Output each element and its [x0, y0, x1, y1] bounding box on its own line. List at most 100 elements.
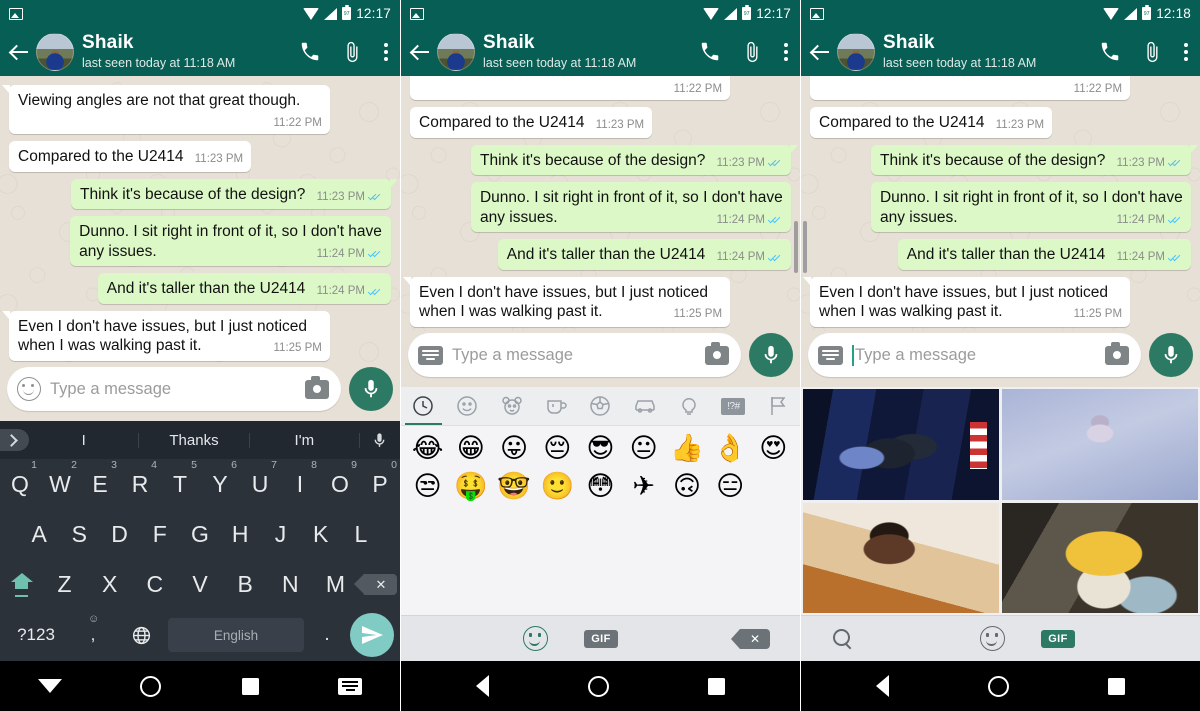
emoji-cell[interactable]: 😐 — [623, 433, 664, 467]
call-icon[interactable] — [699, 41, 721, 63]
key-f[interactable]: F — [140, 522, 180, 546]
period-key[interactable]: . — [310, 624, 344, 646]
message-bubble[interactable]: Dunno. I sit right in front of it, so I … — [470, 182, 791, 233]
key-g[interactable]: G — [180, 522, 220, 546]
emoji-cell[interactable]: 😛 — [493, 433, 534, 467]
key-p[interactable]: 0P — [360, 459, 400, 496]
emoji-cell[interactable]: 😔 — [537, 433, 578, 467]
message-input-pill[interactable]: Type a message — [408, 333, 741, 377]
message-input-placeholder[interactable]: Type a message — [852, 344, 1096, 366]
emoji-cell[interactable]: ✈ — [623, 471, 664, 505]
emoji-cell[interactable]: 😑 — [710, 471, 751, 505]
message-bubble[interactable]: Viewing angles are not that great though… — [810, 76, 1131, 101]
contact-info[interactable]: Shaik last seen today at 11:18 AM — [82, 32, 299, 70]
emoji-icon[interactable] — [980, 626, 1006, 651]
gif-thumbnail-4[interactable] — [1002, 502, 1198, 613]
numeric-key[interactable]: ?123 — [6, 625, 66, 645]
message-input-pill[interactable]: Type a message — [808, 333, 1141, 377]
key-x[interactable]: X — [87, 572, 132, 596]
message-bubble[interactable]: And it's taller than the U2414 11:24 PM — [897, 239, 1191, 270]
avatar[interactable] — [837, 32, 875, 71]
message-bubble[interactable]: And it's taller than the U2414 11:24 PM — [497, 239, 791, 270]
send-key[interactable] — [350, 613, 394, 657]
key-u[interactable]: 7U — [240, 459, 280, 496]
emoji-cell[interactable]: 🙂 — [537, 471, 578, 505]
emoji-tab-animals[interactable] — [490, 387, 534, 425]
gif-thumbnail-1[interactable] — [803, 389, 999, 500]
message-bubble[interactable]: Compared to the U2414 11:23 PM — [9, 141, 252, 172]
message-bubble[interactable]: Dunno. I sit right in front of it, so I … — [70, 216, 391, 267]
mic-button[interactable] — [749, 333, 793, 377]
gif-thumbnail-3[interactable] — [803, 502, 999, 613]
camera-icon[interactable] — [705, 341, 729, 365]
emoji-cell[interactable]: 😒 — [407, 471, 448, 505]
attach-icon[interactable] — [1141, 41, 1163, 63]
message-bubble[interactable]: Compared to the U2414 11:23 PM — [810, 107, 1053, 138]
gif-thumbnail-2[interactable] — [1002, 389, 1198, 500]
emoji-tab-objects[interactable] — [667, 387, 711, 425]
key-b[interactable]: B — [223, 572, 268, 596]
message-bubble[interactable]: Dunno. I sit right in front of it, so I … — [870, 182, 1191, 233]
key-r[interactable]: 4R — [120, 459, 160, 496]
emoji-tab-flags[interactable] — [756, 387, 800, 425]
message-bubble[interactable]: Viewing angles are not that great though… — [410, 76, 731, 101]
key-e[interactable]: 3E — [80, 459, 120, 496]
nav-recents[interactable] — [200, 677, 300, 695]
voice-input-icon[interactable] — [360, 432, 400, 449]
key-c[interactable]: C — [132, 572, 177, 596]
key-y[interactable]: 6Y — [200, 459, 240, 496]
language-globe-icon[interactable] — [120, 625, 162, 646]
emoji-cell[interactable]: 🤓 — [493, 471, 534, 505]
message-bubble[interactable]: And it's taller than the U2414 11:24 PM — [97, 273, 391, 304]
key-w[interactable]: 2W — [40, 459, 80, 496]
key-j[interactable]: J — [260, 522, 300, 546]
message-input-placeholder[interactable]: Type a message — [50, 380, 296, 399]
emoji-tab-sports[interactable] — [578, 387, 622, 425]
search-icon[interactable] — [831, 627, 855, 651]
suggestion-item[interactable]: I — [29, 432, 140, 448]
keyboard-icon[interactable] — [418, 345, 443, 365]
emoji-cell[interactable]: 😂 — [407, 433, 448, 467]
emoji-cell[interactable]: 😍 — [753, 433, 794, 467]
nav-recents[interactable] — [1107, 677, 1125, 695]
back-arrow-icon[interactable] — [407, 39, 433, 65]
call-icon[interactable] — [1099, 41, 1121, 63]
emoji-cell[interactable]: 😳 — [580, 471, 621, 505]
key-k[interactable]: K — [301, 522, 341, 546]
nav-back[interactable] — [476, 675, 490, 697]
camera-icon[interactable] — [1105, 341, 1129, 365]
emoji-cell[interactable]: 😁 — [450, 433, 491, 467]
contact-info[interactable]: Shaik last seen today at 11:18 AM — [883, 32, 1099, 70]
key-t[interactable]: 5T — [160, 459, 200, 496]
backspace-key[interactable]: ✕ — [354, 573, 398, 595]
emoji-tab-smileys[interactable] — [445, 387, 489, 425]
key-i[interactable]: 8I — [280, 459, 320, 496]
nav-home[interactable] — [587, 675, 609, 697]
chat-messages[interactable]: Viewing angles are not that great though… — [401, 76, 800, 331]
message-input-pill[interactable]: Type a message — [7, 367, 341, 411]
chevron-right-icon[interactable] — [0, 429, 29, 451]
emoji-tab-symbols[interactable]: !?# — [711, 387, 755, 425]
message-bubble[interactable]: Viewing angles are not that great though… — [2, 85, 330, 135]
overflow-icon[interactable] — [1183, 41, 1188, 63]
back-arrow-icon[interactable] — [6, 39, 32, 65]
suggestion-item[interactable]: I'm — [250, 432, 360, 448]
nav-home[interactable] — [100, 675, 200, 697]
overflow-icon[interactable] — [383, 41, 388, 63]
key-q[interactable]: 1Q — [0, 459, 40, 496]
message-bubble[interactable]: Think it's because of the design? 11:23 … — [871, 144, 1198, 176]
message-bubble[interactable]: Compared to the U2414 11:23 PM — [410, 107, 653, 138]
nav-home[interactable] — [987, 675, 1009, 697]
nav-recents[interactable] — [707, 677, 725, 695]
back-arrow-icon[interactable] — [807, 39, 833, 65]
key-o[interactable]: 9O — [320, 459, 360, 496]
key-z[interactable]: Z — [42, 572, 87, 596]
emoji-icon[interactable] — [17, 377, 41, 401]
key-d[interactable]: D — [99, 522, 139, 546]
emoji-cell[interactable]: 👌 — [710, 433, 751, 467]
key-v[interactable]: V — [177, 572, 222, 596]
avatar[interactable] — [36, 32, 74, 71]
message-bubble[interactable]: Even I don't have issues, but I just not… — [2, 310, 330, 361]
gif-button[interactable]: GIF — [1041, 629, 1075, 648]
mic-button[interactable] — [349, 367, 393, 411]
